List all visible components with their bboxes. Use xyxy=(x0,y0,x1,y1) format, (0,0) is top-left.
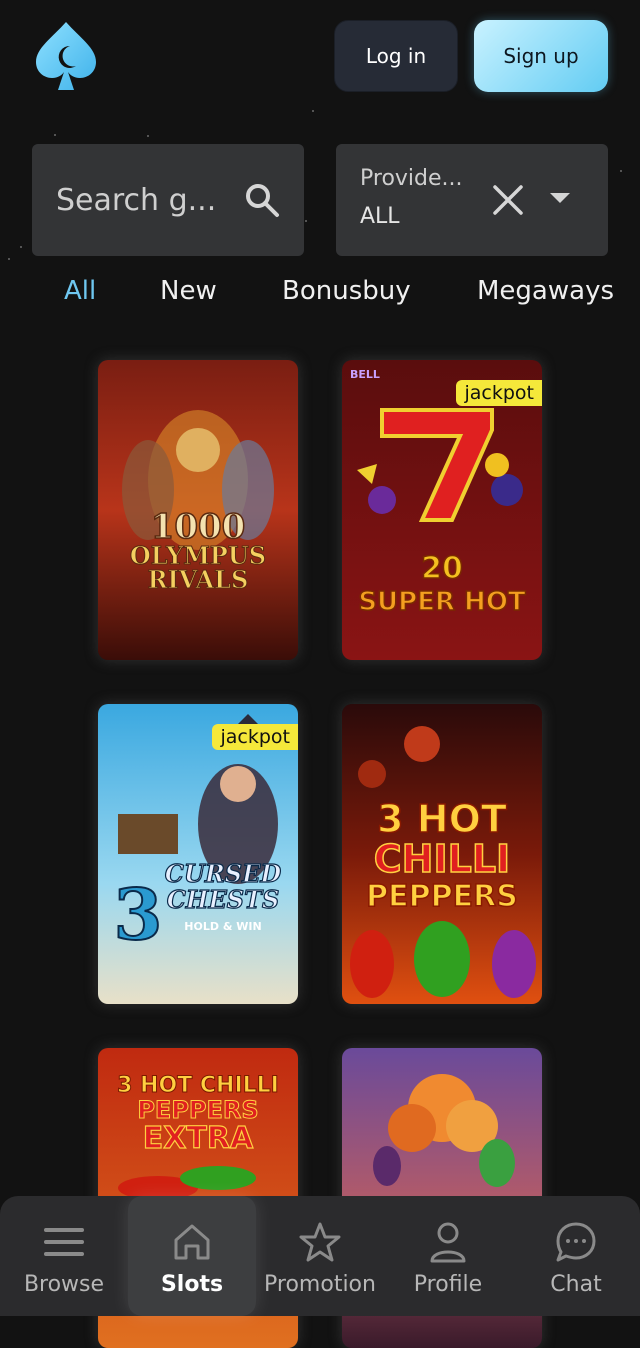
game-title-line2: PEPPERS xyxy=(137,1096,258,1124)
game-title-line1: 3 HOT xyxy=(377,797,507,841)
search-icon[interactable] xyxy=(244,182,280,218)
game-title-line3: PEPPERS xyxy=(366,879,518,914)
nav-profile[interactable]: Profile xyxy=(384,1196,512,1316)
game-title-line3: CHESTS xyxy=(167,885,280,914)
game-title-line3: EXTRA xyxy=(143,1121,254,1156)
game-card-20-super-hot[interactable]: BELL 20 SUPER HOT jackpot xyxy=(342,360,542,660)
chevron-down-icon[interactable] xyxy=(550,193,570,203)
bottom-nav: Browse Slots Promotion Profile Chat xyxy=(0,1196,640,1316)
provider-mark: BELL xyxy=(350,368,380,381)
game-card-olympus-rivals[interactable]: 1000 OLYMPUS RIVALS xyxy=(98,360,298,660)
category-tabs: All New Bonusbuy Megaways xyxy=(0,272,640,316)
tab-new[interactable]: New xyxy=(160,276,217,306)
signup-button[interactable]: Sign up xyxy=(474,20,608,92)
nav-label: Browse xyxy=(23,1271,105,1297)
close-icon[interactable] xyxy=(490,182,526,218)
chat-icon xyxy=(555,1216,597,1268)
nav-label: Promotion xyxy=(264,1271,376,1297)
login-button[interactable]: Log in xyxy=(334,20,458,92)
game-title-line3: RIVALS xyxy=(148,565,249,594)
game-title-line2: CURSED xyxy=(165,859,282,888)
nav-label: Profile xyxy=(413,1271,483,1297)
game-title-line1: 20 xyxy=(421,551,463,586)
user-icon xyxy=(428,1216,468,1268)
menu-icon xyxy=(44,1216,84,1268)
spade-logo-icon[interactable] xyxy=(34,20,98,92)
nav-label: Slots xyxy=(160,1271,224,1297)
nav-browse[interactable]: Browse xyxy=(0,1196,128,1316)
jackpot-badge: jackpot xyxy=(456,380,542,406)
game-card-3-hot-chilli-peppers[interactable]: 3 HOT CHILLI PEPPERS xyxy=(342,704,542,1004)
tab-megaways[interactable]: Megaways xyxy=(477,276,614,306)
game-card-3-cursed-chests[interactable]: 3 CURSED CHESTS HOLD & WIN jackpot xyxy=(98,704,298,1004)
nav-chat[interactable]: Chat xyxy=(512,1196,640,1316)
slots-icon xyxy=(172,1216,212,1268)
nav-slots[interactable]: Slots xyxy=(128,1196,256,1316)
provider-value: ALL xyxy=(360,204,400,229)
tab-bonusbuy[interactable]: Bonusbuy xyxy=(282,276,411,306)
star-icon xyxy=(299,1216,341,1268)
nav-promotion[interactable]: Promotion xyxy=(256,1196,384,1316)
game-subtitle: HOLD & WIN xyxy=(184,920,261,933)
game-title-line1: 3 HOT CHILLI xyxy=(117,1073,279,1098)
game-title-line2: CHILLI xyxy=(374,837,510,881)
tab-all[interactable]: All xyxy=(64,276,96,306)
game-thumbnail: 1000 OLYMPUS RIVALS xyxy=(98,360,298,660)
game-title-line1: 3 xyxy=(114,873,163,956)
search-input[interactable]: Search g... xyxy=(32,144,304,256)
game-title-line2: SUPER HOT xyxy=(358,587,526,617)
search-placeholder: Search g... xyxy=(56,182,217,218)
game-thumbnail: 3 HOT CHILLI PEPPERS xyxy=(342,704,542,1004)
provider-label: Provide... xyxy=(360,166,463,191)
nav-label: Chat xyxy=(550,1271,602,1297)
jackpot-badge: jackpot xyxy=(212,724,298,750)
